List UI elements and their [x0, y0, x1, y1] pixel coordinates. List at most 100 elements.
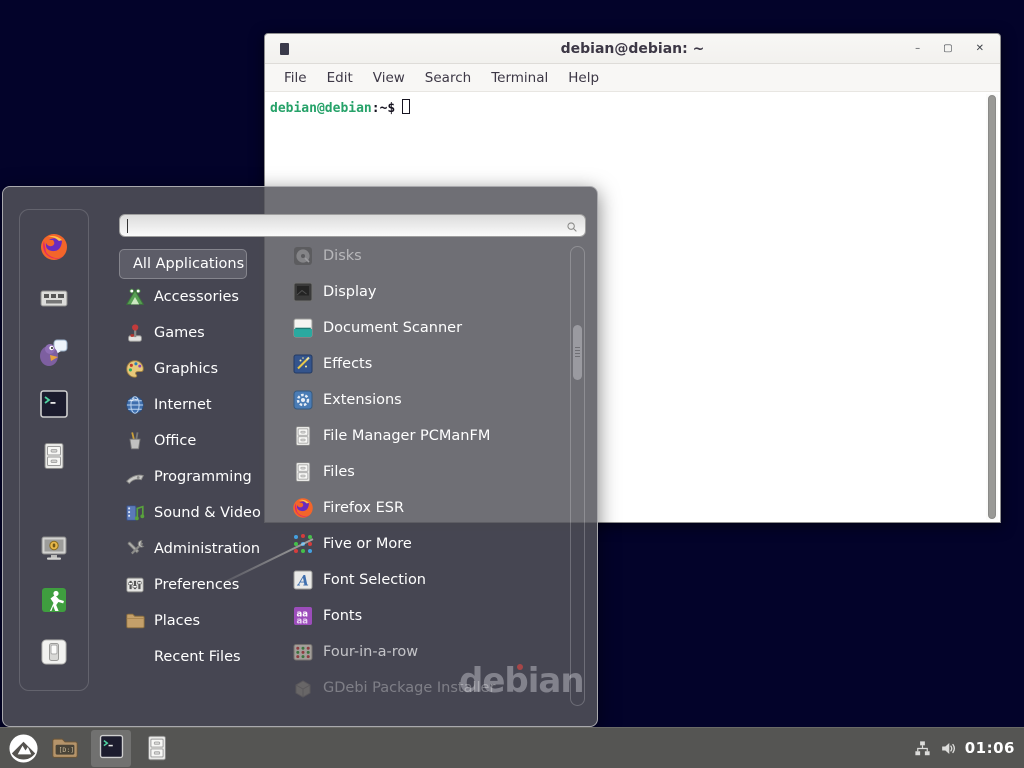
app-item-gdebi-package-installer[interactable]: GDebi Package Installer — [291, 673, 567, 703]
terminal-menu-view[interactable]: View — [363, 70, 415, 86]
app-label: GDebi Package Installer — [323, 680, 495, 696]
firefox-icon — [38, 248, 70, 267]
minimize-button[interactable]: – — [915, 44, 920, 54]
graphics-icon — [124, 358, 146, 380]
app-item-display[interactable]: Display — [291, 277, 567, 307]
lock-screen-icon — [38, 549, 70, 568]
category-recent-files[interactable]: Recent Files — [124, 642, 282, 672]
terminal-prompt: debian@debian:~$ — [265, 92, 1000, 116]
app-item-extensions[interactable]: Extensions — [291, 385, 567, 415]
category-label: Games — [154, 325, 205, 341]
category-label: Sound & Video — [154, 505, 261, 521]
favorite-files[interactable] — [38, 440, 70, 472]
launcher-files[interactable] — [142, 733, 172, 763]
window-list-terminal[interactable] — [91, 730, 131, 767]
category-sound-video[interactable]: Sound & Video — [124, 498, 282, 528]
terminal-menu-help[interactable]: Help — [558, 70, 609, 86]
file-cabinet-icon — [38, 457, 70, 476]
search-input[interactable] — [119, 214, 586, 237]
app-item-fonts[interactable]: aaaaFonts — [291, 601, 567, 631]
svg-text:[D:]: [D:] — [58, 746, 74, 754]
games-icon — [124, 322, 146, 344]
favorite-software-manager[interactable] — [38, 283, 70, 315]
favorite-log-out[interactable] — [38, 584, 70, 616]
category-office[interactable]: Office — [124, 426, 282, 456]
svg-text:aa: aa — [297, 617, 309, 627]
app-item-files[interactable]: Files — [291, 457, 567, 487]
category-accessories[interactable]: Accessories — [124, 282, 282, 312]
category-games[interactable]: Games — [124, 318, 282, 348]
terminal-icon — [38, 405, 70, 424]
menu-button[interactable] — [8, 733, 39, 764]
category-label: Programming — [154, 469, 252, 485]
terminal-menu-terminal[interactable]: Terminal — [481, 70, 558, 86]
file-cabinet-icon — [142, 748, 172, 767]
network-icon — [913, 743, 932, 762]
firefox-icon — [291, 496, 315, 520]
launcher-file-manager-d[interactable]: [D:] — [50, 733, 80, 763]
terminal-menu-edit[interactable]: Edit — [317, 70, 363, 86]
app-label: Document Scanner — [323, 320, 462, 336]
app-label: Effects — [323, 356, 372, 372]
app-item-file-manager-pcmanfm[interactable]: File Manager PCManFM — [291, 421, 567, 451]
favorite-pidgin[interactable] — [38, 336, 70, 368]
app-item-four-in-a-row[interactable]: Four-in-a-row — [291, 637, 567, 667]
desktop: debian@debian: ~ – ▢ ✕ FileEditViewSearc… — [0, 0, 1024, 768]
terminal-scrollbar-thumb[interactable] — [988, 95, 996, 519]
gdebi-icon — [291, 676, 315, 700]
close-button[interactable]: ✕ — [976, 44, 984, 54]
preferences-icon — [124, 574, 146, 596]
app-item-five-or-more[interactable]: Five or More — [291, 529, 567, 559]
search-icon — [565, 219, 579, 238]
category-label: Places — [154, 613, 200, 629]
file-cabinet-icon — [291, 424, 315, 448]
terminal-scrollbar[interactable] — [986, 94, 998, 520]
pidgin-icon — [38, 353, 70, 372]
category-preferences[interactable]: Preferences — [124, 570, 282, 600]
accessories-icon — [124, 286, 146, 308]
terminal-menu-search[interactable]: Search — [415, 70, 481, 86]
app-label: Extensions — [323, 392, 402, 408]
fonts-icon: aaaa — [291, 604, 315, 628]
folder-d-icon: [D:] — [50, 748, 80, 767]
category-administration[interactable]: Administration — [124, 534, 282, 564]
file-cabinet-icon — [291, 460, 315, 484]
text-caret — [127, 219, 128, 233]
app-label: Files — [323, 464, 355, 480]
app-label: Firefox ESR — [323, 500, 404, 516]
category-label: Internet — [154, 397, 212, 413]
favorite-firefox[interactable] — [38, 231, 70, 263]
menu-button-icon — [8, 749, 39, 768]
favorite-terminal[interactable] — [38, 388, 70, 420]
app-item-disks[interactable]: Disks — [291, 241, 567, 271]
app-label: Five or More — [323, 536, 412, 552]
app-list-scrollbar-thumb[interactable] — [573, 325, 582, 380]
category-graphics[interactable]: Graphics — [124, 354, 282, 384]
category-internet[interactable]: Internet — [124, 390, 282, 420]
app-item-font-selection[interactable]: AFont Selection — [291, 565, 567, 595]
category-places[interactable]: Places — [124, 606, 282, 636]
administration-icon — [124, 538, 146, 560]
category-all-applications[interactable]: All Applications — [119, 249, 247, 279]
maximize-button[interactable]: ▢ — [943, 44, 952, 54]
terminal-titlebar[interactable]: debian@debian: ~ – ▢ ✕ — [265, 34, 1000, 64]
app-item-effects[interactable]: Effects — [291, 349, 567, 379]
network-icon[interactable] — [913, 739, 932, 758]
favorite-lock-screen[interactable] — [38, 532, 70, 564]
terminal-menu-file[interactable]: File — [274, 70, 317, 86]
app-label: Four-in-a-row — [323, 644, 418, 660]
app-item-document-scanner[interactable]: Document Scanner — [291, 313, 567, 343]
disks-icon — [291, 244, 315, 268]
favorite-shut-down[interactable] — [38, 636, 70, 668]
taskbar-clock[interactable]: 01:06 — [965, 739, 1015, 757]
search-icon — [565, 219, 579, 233]
app-item-firefox-esr[interactable]: Firefox ESR — [291, 493, 567, 523]
volume-icon[interactable] — [939, 739, 958, 758]
effects-icon — [291, 352, 315, 376]
taskbar: [D:] 01:06 — [0, 727, 1024, 768]
category-label: Accessories — [154, 289, 239, 305]
prompt-user-host: debian@debian — [270, 101, 372, 116]
app-label: Font Selection — [323, 572, 426, 588]
category-programming[interactable]: Programming — [124, 462, 282, 492]
app-list-scrollbar[interactable] — [570, 246, 585, 706]
